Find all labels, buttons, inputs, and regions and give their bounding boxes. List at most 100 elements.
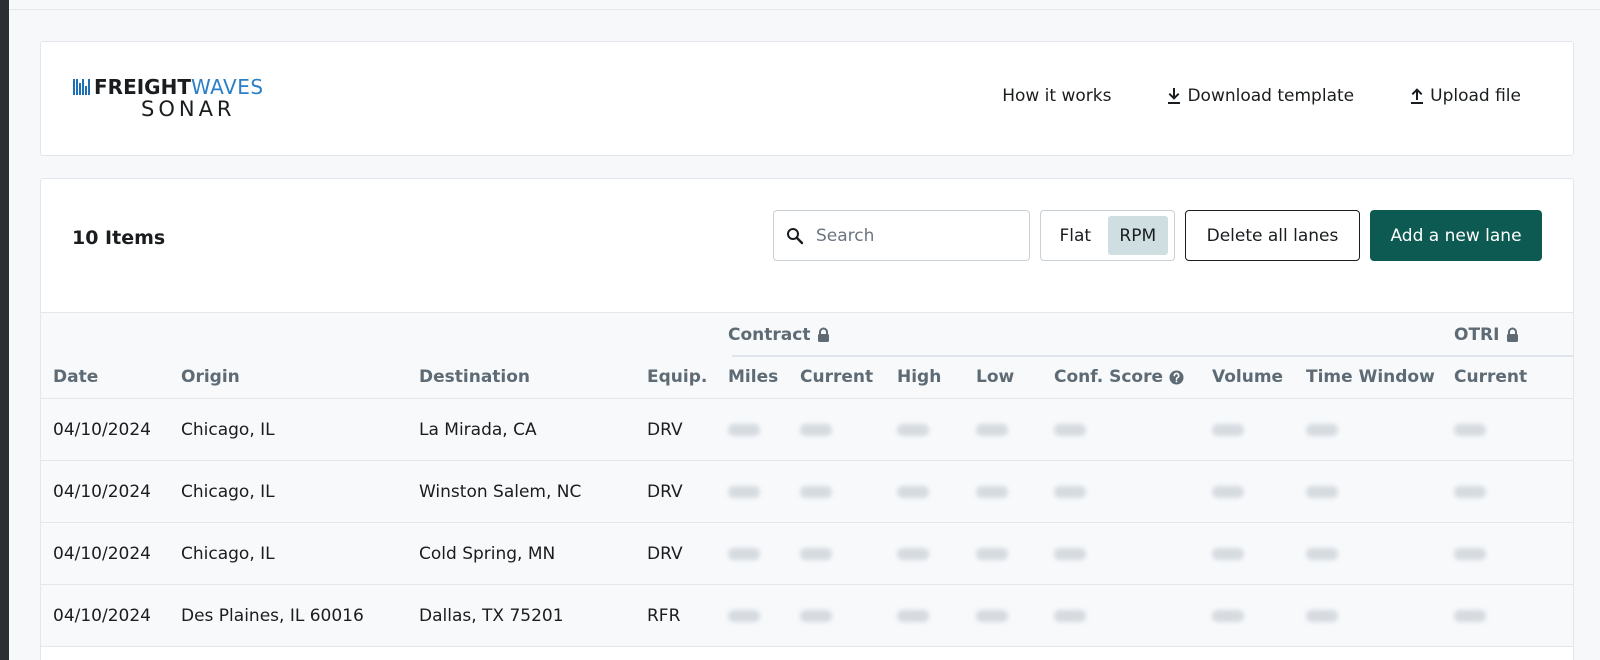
group-otri-label: OTRI (1454, 325, 1500, 345)
logo-bars-icon (73, 79, 90, 95)
cell-time-window-redacted (1306, 399, 1338, 461)
freightwaves-sonar-logo[interactable]: FREIGHT WAVES SONAR (73, 75, 333, 126)
download-icon (1168, 88, 1181, 104)
toggle-flat[interactable]: Flat (1047, 216, 1104, 255)
cell-destination: Cold Spring, MN (419, 544, 556, 564)
table-row[interactable]: 04/10/2024 Chicago, IL Winston Salem, NC… (41, 461, 1573, 523)
column-destination[interactable]: Destination (419, 367, 530, 387)
table-header: Contract OTRI Date Origin Destination Eq… (41, 313, 1573, 399)
table-row[interactable]: 04/10/2024 Chicago, IL La Mirada, CA DRV (41, 399, 1573, 461)
cell-miles-redacted (728, 523, 760, 585)
cell-otri-current-redacted (1454, 523, 1486, 585)
table-body: 04/10/2024 Chicago, IL La Mirada, CA DRV… (41, 399, 1573, 647)
toggle-rpm[interactable]: RPM (1107, 216, 1168, 255)
lock-icon (818, 327, 830, 342)
cell-origin: Chicago, IL (181, 544, 275, 564)
column-miles[interactable]: Miles (728, 367, 778, 387)
cell-miles-redacted (728, 399, 760, 461)
help-icon[interactable] (1169, 370, 1184, 385)
cell-volume-redacted (1212, 399, 1244, 461)
column-otri-current[interactable]: Current (1454, 367, 1527, 387)
cell-current-redacted (800, 461, 832, 523)
cell-low-redacted (976, 399, 1008, 461)
cell-low-redacted (976, 523, 1008, 585)
cell-date: 04/10/2024 (53, 606, 151, 626)
download-template-label: Download template (1187, 86, 1355, 106)
cell-origin: Chicago, IL (181, 420, 275, 440)
cell-low-redacted (976, 585, 1008, 647)
cell-date: 04/10/2024 (53, 420, 151, 440)
cell-high-redacted (897, 399, 929, 461)
add-new-lane-button[interactable]: Add a new lane (1370, 210, 1542, 261)
cell-volume-redacted (1212, 461, 1244, 523)
delete-all-lanes-button[interactable]: Delete all lanes (1185, 210, 1360, 261)
cell-equip: DRV (647, 420, 683, 440)
cell-destination: La Mirada, CA (419, 420, 537, 440)
upload-icon (1411, 88, 1424, 104)
column-conf-score[interactable]: Conf. Score (1054, 367, 1184, 387)
search-box[interactable] (773, 210, 1030, 261)
group-contract-label: Contract (728, 325, 811, 345)
column-current[interactable]: Current (800, 367, 873, 387)
group-otri: OTRI (1454, 325, 1519, 345)
cell-destination: Dallas, TX 75201 (419, 606, 564, 626)
column-high[interactable]: High (897, 367, 941, 387)
cell-time-window-redacted (1306, 461, 1338, 523)
logo-product: SONAR (141, 97, 236, 121)
cell-equip: DRV (647, 482, 683, 502)
cell-time-window-redacted (1306, 523, 1338, 585)
group-divider (732, 355, 1573, 357)
cell-date: 04/10/2024 (53, 544, 151, 564)
column-low[interactable]: Low (976, 367, 1014, 387)
lanes-card: 10 Items Flat RPM Delete all lanes Add a… (40, 178, 1574, 660)
cell-date: 04/10/2024 (53, 482, 151, 502)
group-contract: Contract (728, 325, 830, 345)
cell-current-redacted (800, 523, 832, 585)
column-volume[interactable]: Volume (1212, 367, 1283, 387)
search-input[interactable] (816, 225, 1006, 246)
cell-high-redacted (897, 523, 929, 585)
lanes-table: Contract OTRI Date Origin Destination Eq… (41, 312, 1573, 647)
window-edge (0, 0, 9, 660)
table-row[interactable]: 04/10/2024 Chicago, IL Cold Spring, MN D… (41, 523, 1573, 585)
how-it-works-label: How it works (1002, 86, 1112, 106)
search-icon (787, 227, 804, 244)
cell-miles-redacted (728, 461, 760, 523)
cell-origin: Des Plaines, IL 60016 (181, 606, 364, 626)
cell-conf-score-redacted (1054, 461, 1086, 523)
column-date[interactable]: Date (53, 367, 98, 387)
upload-file-label: Upload file (1430, 86, 1521, 106)
table-row[interactable]: 04/10/2024 Des Plaines, IL 60016 Dallas,… (41, 585, 1573, 647)
column-conf-score-label: Conf. Score (1054, 367, 1164, 387)
cell-conf-score-redacted (1054, 585, 1086, 647)
cell-low-redacted (976, 461, 1008, 523)
header-card: FREIGHT WAVES SONAR How it works Downloa… (40, 41, 1574, 156)
cell-current-redacted (800, 585, 832, 647)
upload-file-button[interactable]: Upload file (1410, 86, 1521, 106)
how-it-works-link[interactable]: How it works (1002, 86, 1111, 106)
lanes-toolbar: Flat RPM Delete all lanes Add a new lane (773, 210, 1542, 261)
cell-otri-current-redacted (1454, 585, 1486, 647)
cell-current-redacted (800, 399, 832, 461)
column-equip[interactable]: Equip. (647, 367, 707, 387)
cell-origin: Chicago, IL (181, 482, 275, 502)
cell-equip: RFR (647, 606, 681, 626)
cell-high-redacted (897, 585, 929, 647)
cell-conf-score-redacted (1054, 399, 1086, 461)
items-count: 10 Items (72, 227, 166, 249)
cell-conf-score-redacted (1054, 523, 1086, 585)
cell-time-window-redacted (1306, 585, 1338, 647)
cell-volume-redacted (1212, 585, 1244, 647)
column-time-window[interactable]: Time Window (1306, 367, 1435, 387)
cell-otri-current-redacted (1454, 461, 1486, 523)
cell-equip: DRV (647, 544, 683, 564)
cell-miles-redacted (728, 585, 760, 647)
download-template-button[interactable]: Download template (1167, 86, 1354, 106)
column-origin[interactable]: Origin (181, 367, 240, 387)
cell-otri-current-redacted (1454, 399, 1486, 461)
cell-destination: Winston Salem, NC (419, 482, 582, 502)
top-bar (9, 0, 1600, 10)
lock-icon (1507, 327, 1519, 342)
cell-volume-redacted (1212, 523, 1244, 585)
cell-high-redacted (897, 461, 929, 523)
